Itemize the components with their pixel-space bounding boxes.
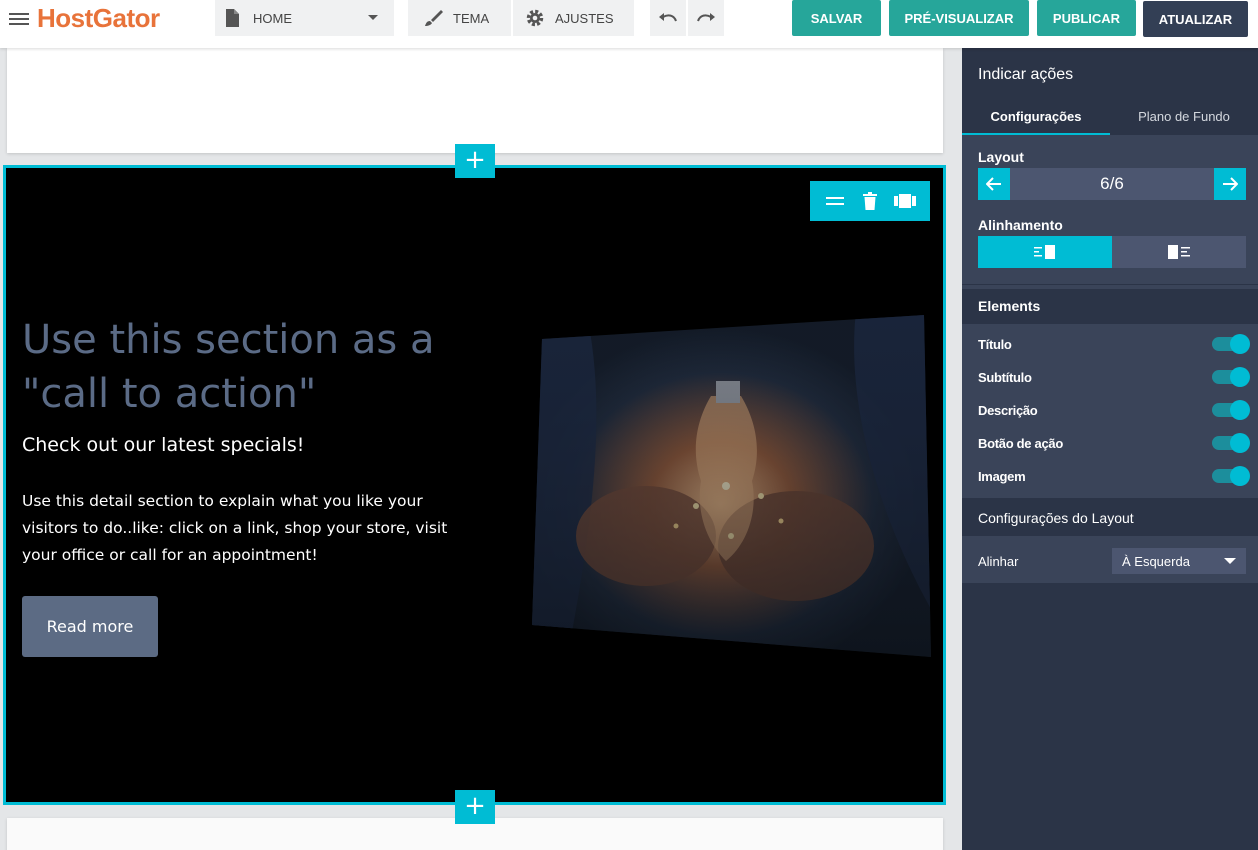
tab-plano-de-fundo[interactable]: Plano de Fundo <box>1110 100 1258 135</box>
element-row-descricao: Descrição <box>978 399 1250 421</box>
section-toolbar <box>810 181 930 221</box>
align-select-value: À Esquerda <box>1122 553 1190 569</box>
redo-icon <box>697 13 715 22</box>
element-row-subtitulo: Subtítulo <box>978 366 1250 388</box>
settings-button-label: AJUSTES <box>555 10 614 26</box>
toggle-descricao[interactable] <box>1212 400 1250 420</box>
section-title[interactable]: Use this section as a "call to action" <box>22 313 492 421</box>
add-section-button-top[interactable]: + <box>455 144 495 178</box>
panel-tabs: Configurações Plano de Fundo <box>962 100 1258 135</box>
publish-button[interactable]: PUBLICAR <box>1037 0 1136 36</box>
align-setting-label: Alinhar <box>978 553 1019 569</box>
layout-value: 6/6 <box>1100 174 1124 193</box>
page-icon <box>226 9 239 27</box>
arrow-right-icon[interactable] <box>1214 168 1246 200</box>
toggle-titulo[interactable] <box>1212 334 1250 354</box>
theme-button[interactable]: TEMA <box>408 0 511 36</box>
settings-button[interactable]: AJUSTES <box>513 0 634 36</box>
chevron-down-icon <box>1224 558 1236 564</box>
layout-label: Layout <box>978 149 1024 165</box>
element-label: Descrição <box>978 402 1038 418</box>
section-description[interactable]: Use this detail section to explain what … <box>22 488 462 569</box>
arrow-left-icon[interactable] <box>978 168 1010 200</box>
section-image[interactable] <box>526 311 932 663</box>
toggle-botao-de-acao[interactable] <box>1212 433 1250 453</box>
previous-section-block[interactable] <box>7 48 943 153</box>
panel-title: Indicar ações <box>962 48 1258 100</box>
element-label: Subtítulo <box>978 369 1032 385</box>
undo-button[interactable] <box>650 0 686 36</box>
element-label: Imagem <box>978 468 1026 484</box>
save-button[interactable]: SALVAR <box>792 0 881 36</box>
call-to-action-section[interactable]: Use this section as a "call to action" C… <box>3 165 946 805</box>
read-more-button[interactable]: Read more <box>22 596 158 657</box>
align-select[interactable]: À Esquerda <box>1112 548 1246 574</box>
redo-button[interactable] <box>688 0 724 36</box>
trash-icon[interactable] <box>858 189 882 213</box>
element-row-imagem: Imagem <box>978 465 1250 487</box>
align-image-left-option[interactable] <box>1112 236 1246 268</box>
gear-icon <box>526 9 544 27</box>
element-row-botao: Botão de ação <box>978 432 1250 454</box>
toggle-subtitulo[interactable] <box>1212 367 1250 387</box>
drag-handle-icon[interactable] <box>823 189 847 213</box>
align-text-left-option[interactable] <box>978 236 1112 268</box>
brush-icon <box>425 10 443 26</box>
elements-heading: Elements <box>962 289 1258 324</box>
columns-icon[interactable] <box>893 189 917 213</box>
panel-divider <box>962 284 1258 285</box>
layout-settings-heading: Configurações do Layout <box>962 498 1258 536</box>
element-label: Título <box>978 336 1012 352</box>
page-selector-label: HOME <box>253 10 292 26</box>
hostgator-logo: HostGator <box>37 3 160 33</box>
add-section-button-bottom[interactable]: + <box>455 790 495 824</box>
element-row-titulo: Título <box>978 333 1250 355</box>
editor-canvas: + Use this section as a "call to action"… <box>0 48 962 850</box>
update-button[interactable]: ATUALIZAR <box>1143 1 1248 37</box>
theme-button-label: TEMA <box>453 10 490 26</box>
panel-empty-area <box>962 583 1258 850</box>
toggle-imagem[interactable] <box>1212 466 1250 486</box>
page-selector[interactable]: HOME <box>215 0 394 36</box>
image-text-icon <box>1168 245 1190 259</box>
undo-icon <box>659 13 677 22</box>
alignment-label: Alinhamento <box>978 217 1063 233</box>
preview-button[interactable]: PRÉ-VISUALIZAR <box>889 0 1029 36</box>
menu-icon[interactable] <box>9 10 29 26</box>
settings-panel: Indicar ações Configurações Plano de Fun… <box>962 48 1258 850</box>
text-image-icon <box>1034 245 1055 259</box>
element-label: Botão de ação <box>978 435 1063 451</box>
top-toolbar: HostGator HOME TEMA AJUSTES SALVAR PRÉ-V… <box>0 0 1258 48</box>
align-setting-row: Alinhar À Esquerda <box>978 548 1246 574</box>
layout-stepper: 6/6 <box>978 168 1246 200</box>
section-subtitle[interactable]: Check out our latest specials! <box>22 434 304 456</box>
alignment-options <box>978 236 1246 268</box>
chevron-down-icon <box>368 15 378 20</box>
tab-configuracoes[interactable]: Configurações <box>962 100 1110 135</box>
